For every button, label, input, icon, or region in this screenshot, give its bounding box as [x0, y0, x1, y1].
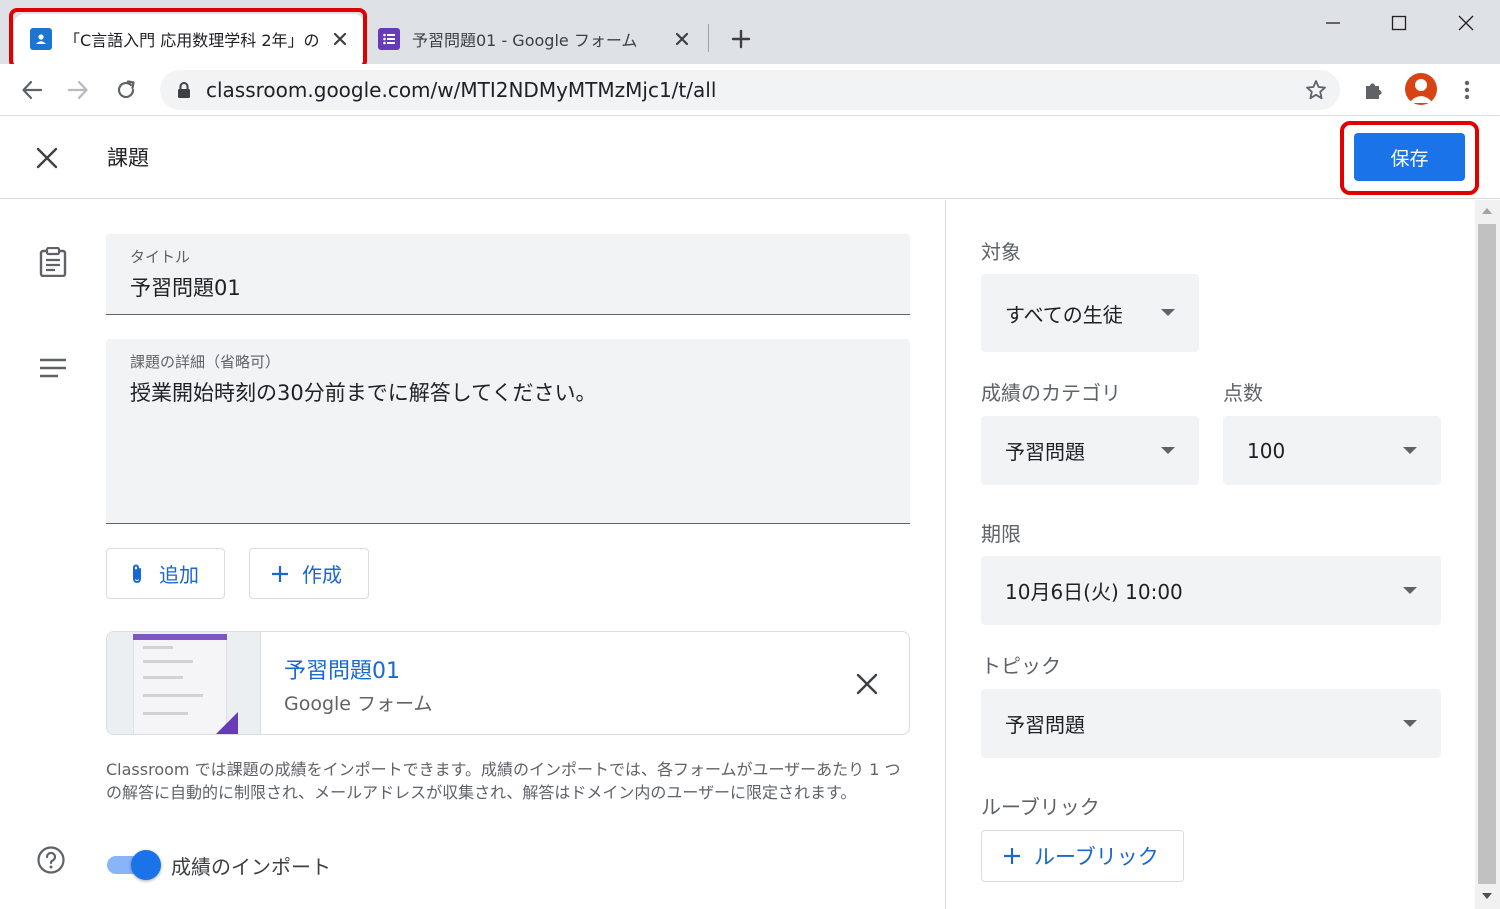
- due-value: 10月6日(火) 10:00: [1005, 580, 1183, 604]
- browser-toolbar: classroom.google.com/w/MTI2NDMyMTMzMjc1/…: [0, 64, 1500, 116]
- minimize-icon[interactable]: [1310, 8, 1356, 38]
- assignment-settings: 対象 すべての生徒 成績のカテゴリ 点数 予習問題 100 期限 10月6日(火…: [945, 200, 1500, 909]
- tab-title: 「C言語入門 応用数理学科 2年」の: [64, 31, 320, 50]
- plus-icon: [268, 562, 292, 586]
- target-value: すべての生徒: [1005, 302, 1123, 327]
- title-field-label: タイトル: [130, 248, 191, 266]
- create-label: 作成: [302, 563, 342, 587]
- star-icon[interactable]: [1304, 78, 1328, 102]
- add-rubric-button[interactable]: ルーブリック: [981, 830, 1184, 882]
- grade-category-value: 予習問題: [1005, 440, 1085, 464]
- topic-label: トピック: [981, 654, 1061, 678]
- paperclip-icon: [125, 562, 149, 586]
- close-icon[interactable]: [30, 141, 64, 175]
- window-close-icon[interactable]: [1443, 8, 1489, 38]
- forward-arrow-icon[interactable]: [62, 74, 94, 106]
- assignment-form: タイトル 予習問題01 課題の詳細（省略可） 授業開始時刻の30分前までに解答し…: [0, 200, 945, 909]
- reload-icon[interactable]: [110, 74, 142, 106]
- tab-classroom[interactable]: 「C言語入門 応用数理学科 2年」の: [14, 14, 364, 64]
- lock-icon: [176, 82, 192, 98]
- browser-tab-bar: 「C言語入門 応用数理学科 2年」の 予習問題01 - Google フォーム: [0, 0, 1500, 64]
- new-tab-plus-icon[interactable]: [726, 24, 756, 54]
- description-lines-icon: [38, 353, 68, 383]
- avatar[interactable]: [1405, 73, 1437, 105]
- import-grades-label: 成績のインポート: [171, 855, 331, 879]
- help-question-icon[interactable]: [36, 845, 66, 875]
- back-arrow-icon[interactable]: [16, 74, 48, 106]
- url-text: classroom.google.com/w/MTI2NDMyMTMzMjc1/…: [206, 78, 717, 102]
- points-value: 100: [1247, 438, 1286, 463]
- dropdown-arrow-icon: [1403, 586, 1417, 594]
- attachment-type: Google フォーム: [284, 693, 433, 715]
- kebab-menu-icon[interactable]: [1453, 76, 1481, 104]
- forms-fold-icon: [214, 712, 238, 734]
- grade-category-select[interactable]: 予習問題: [981, 416, 1199, 485]
- remove-attachment-close-icon[interactable]: [853, 670, 881, 698]
- dropdown-arrow-icon: [1161, 446, 1175, 454]
- attachment-card[interactable]: 予習問題01 Google フォーム: [106, 631, 910, 735]
- forms-icon: [378, 28, 400, 50]
- close-icon[interactable]: [328, 27, 352, 51]
- form-thumbnail: [107, 632, 261, 734]
- target-select[interactable]: すべての生徒: [981, 274, 1199, 352]
- dropdown-arrow-icon: [1161, 309, 1175, 316]
- plus-icon: [1000, 844, 1024, 868]
- rubric-label: ルーブリック: [981, 795, 1100, 819]
- details-field[interactable]: 課題の詳細（省略可） 授業開始時刻の30分前までに解答してください。: [106, 339, 910, 524]
- due-label: 期限: [981, 522, 1021, 546]
- save-button[interactable]: 保存: [1354, 133, 1465, 181]
- add-label: 追加: [159, 563, 199, 587]
- tab-separator: [708, 24, 709, 52]
- dropdown-arrow-icon: [1403, 719, 1417, 727]
- points-label: 点数: [1223, 381, 1263, 405]
- close-icon[interactable]: [670, 27, 694, 51]
- classroom-icon: [30, 28, 52, 50]
- import-grades-toggle[interactable]: [105, 850, 161, 880]
- grade-category-label: 成績のカテゴリ: [981, 381, 1121, 405]
- scroll-thumb[interactable]: [1478, 224, 1496, 884]
- points-select[interactable]: 100: [1223, 416, 1441, 485]
- title-input[interactable]: 予習問題01: [130, 272, 241, 302]
- page-title: 課題: [107, 146, 149, 170]
- address-bar[interactable]: classroom.google.com/w/MTI2NDMyMTMzMjc1/…: [160, 70, 1340, 110]
- tab-google-form[interactable]: 予習問題01 - Google フォーム: [366, 14, 706, 64]
- extensions-puzzle-icon[interactable]: [1360, 76, 1388, 104]
- assignment-header: 課題 保存: [0, 117, 1500, 199]
- grade-import-info: Classroom では課題の成績をインポートできます。成績のインポートでは、各…: [106, 760, 901, 802]
- add-attachment-button[interactable]: 追加: [106, 548, 225, 599]
- topic-select[interactable]: 予習問題: [981, 689, 1441, 758]
- details-field-label: 課題の詳細（省略可）: [130, 353, 281, 371]
- scrollbar[interactable]: [1475, 200, 1500, 909]
- maximize-icon[interactable]: [1376, 8, 1422, 38]
- create-button[interactable]: 作成: [249, 548, 369, 599]
- tab-title: 予習問題01 - Google フォーム: [412, 31, 638, 50]
- title-field[interactable]: タイトル 予習問題01: [106, 234, 910, 315]
- topic-value: 予習問題: [1005, 713, 1085, 737]
- scroll-down-arrow-icon[interactable]: [1482, 893, 1492, 899]
- scroll-up-arrow-icon[interactable]: [1482, 208, 1492, 214]
- dropdown-arrow-icon: [1403, 446, 1417, 454]
- details-input[interactable]: 授業開始時刻の30分前までに解答してください。: [130, 377, 596, 407]
- rubric-button-label: ルーブリック: [1034, 845, 1159, 869]
- clipboard-icon: [38, 247, 68, 277]
- attachment-title[interactable]: 予習問題01: [284, 653, 400, 685]
- target-label: 対象: [981, 240, 1021, 264]
- due-date-select[interactable]: 10月6日(火) 10:00: [981, 556, 1441, 625]
